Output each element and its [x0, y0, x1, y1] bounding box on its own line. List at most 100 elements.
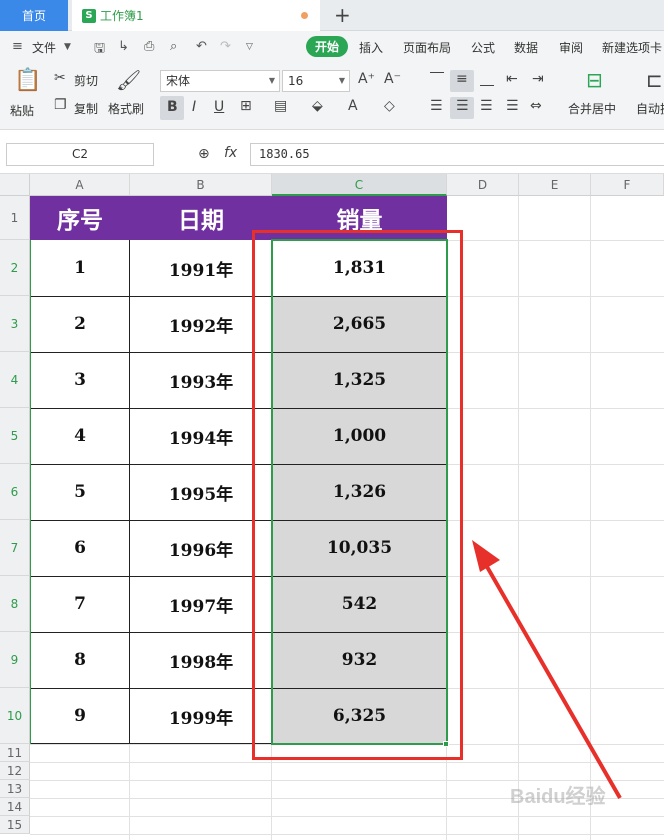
row-header-10[interactable]: 10 — [0, 688, 30, 744]
export-icon[interactable]: ↳ — [118, 39, 129, 54]
header-cell-index[interactable]: 序号 — [30, 196, 130, 240]
column-header-f[interactable]: F — [591, 174, 664, 196]
redo-icon[interactable]: ↷ — [220, 39, 231, 54]
cell-b4[interactable]: 1993年 — [130, 352, 272, 408]
font-name-select[interactable]: 宋体 ▼ — [160, 70, 280, 92]
menu-formulas[interactable]: 公式 — [471, 39, 495, 56]
row-header-13[interactable]: 13 — [0, 780, 30, 798]
justify-icon[interactable]: ☰ — [506, 98, 519, 114]
align-top-icon[interactable]: ⎺ — [430, 71, 444, 87]
row-header-5[interactable]: 5 — [0, 408, 30, 464]
column-header-c[interactable]: C — [272, 174, 447, 196]
print-icon[interactable]: ⎙ — [144, 39, 154, 54]
cell-b10[interactable]: 1999年 — [130, 688, 272, 744]
cell-b5[interactable]: 1994年 — [130, 408, 272, 464]
row-header-14[interactable]: 14 — [0, 798, 30, 816]
cut-button[interactable]: 剪切 — [74, 72, 98, 89]
row-header-2[interactable]: 2 — [0, 240, 30, 296]
menu-new-tab[interactable]: 新建选项卡 — [602, 39, 662, 56]
cell-b8[interactable]: 1997年 — [130, 576, 272, 632]
column-header-b[interactable]: B — [130, 174, 272, 196]
customize-chevron-icon[interactable]: ▽ — [246, 42, 253, 52]
menu-page-layout[interactable]: 页面布局 — [403, 39, 451, 56]
column-header-e[interactable]: E — [519, 174, 591, 196]
decrease-font-icon[interactable]: A⁻ — [384, 71, 401, 87]
wrap-text-button[interactable]: 自动换 — [636, 100, 664, 117]
increase-font-icon[interactable]: A⁺ — [358, 71, 375, 87]
align-bottom-icon[interactable]: ⎽ — [480, 71, 494, 87]
row-header-11[interactable]: 11 — [0, 744, 30, 762]
cell-a9[interactable]: 8 — [30, 632, 130, 688]
menu-file[interactable]: 文件 — [32, 39, 56, 56]
name-box[interactable]: C2 — [6, 143, 154, 166]
cell-a2[interactable]: 1 — [30, 240, 130, 296]
fx-label[interactable]: fx — [224, 145, 237, 161]
zoom-icon[interactable]: ⊕ — [198, 146, 210, 162]
row-header-15[interactable]: 15 — [0, 816, 30, 834]
tab-home[interactable]: 首页 — [0, 0, 68, 31]
copy-button[interactable]: 复制 — [74, 100, 98, 117]
cell-a4[interactable]: 3 — [30, 352, 130, 408]
format-painter-button[interactable]: 格式刷 — [108, 100, 144, 117]
wrap-text-icon[interactable]: ⊏ — [646, 68, 663, 92]
merge-center-icon[interactable]: ⊟ — [586, 68, 603, 92]
align-left-icon[interactable]: ☰ — [430, 98, 443, 114]
select-all-corner[interactable] — [0, 174, 30, 196]
row-header-9[interactable]: 9 — [0, 632, 30, 688]
cell-b6[interactable]: 1995年 — [130, 464, 272, 520]
underline-icon[interactable]: U — [214, 99, 224, 115]
align-middle-icon[interactable]: ≡ — [456, 71, 468, 87]
font-size-select[interactable]: 16 ▼ — [282, 70, 350, 92]
paste-button[interactable]: 粘贴 — [10, 102, 34, 119]
undo-icon[interactable]: ↶ — [196, 39, 207, 54]
cell-b9[interactable]: 1998年 — [130, 632, 272, 688]
cell-b2[interactable]: 1991年 — [130, 240, 272, 296]
scissors-icon[interactable]: ✂ — [54, 70, 66, 86]
chevron-down-icon[interactable]: ▼ — [64, 42, 71, 52]
cell-a7[interactable]: 6 — [30, 520, 130, 576]
header-cell-date[interactable]: 日期 — [130, 196, 272, 240]
formula-input[interactable]: 1830.65 — [250, 143, 664, 166]
italic-icon[interactable]: I — [192, 99, 196, 115]
row-header-7[interactable]: 7 — [0, 520, 30, 576]
menu-insert[interactable]: 插入 — [359, 39, 383, 56]
column-header-d[interactable]: D — [447, 174, 519, 196]
cell-a8[interactable]: 7 — [30, 576, 130, 632]
column-header-a[interactable]: A — [30, 174, 130, 196]
cell-a10[interactable]: 9 — [30, 688, 130, 744]
decrease-indent-icon[interactable]: ⇤ — [506, 71, 518, 87]
tab-workbook[interactable]: S 工作簿1 — [72, 0, 320, 31]
border-icon[interactable]: ⊞ — [240, 98, 252, 114]
paste-icon[interactable]: 📋 — [14, 68, 41, 93]
menu-review[interactable]: 审阅 — [559, 39, 583, 56]
format-painter-icon[interactable]: 🖌 — [116, 68, 141, 92]
align-right-icon[interactable]: ☰ — [480, 98, 493, 114]
fill-style-icon[interactable]: ▤ — [274, 98, 287, 114]
fill-color-icon[interactable]: ⬙ — [312, 98, 323, 114]
align-center-icon[interactable]: ☰ — [456, 98, 469, 114]
print-preview-icon[interactable]: ⌕ — [170, 39, 177, 54]
cell-a3[interactable]: 2 — [30, 296, 130, 352]
new-tab-button[interactable]: + — [334, 3, 351, 27]
menu-data[interactable]: 数据 — [514, 39, 538, 56]
row-header-1[interactable]: 1 — [0, 196, 30, 240]
clear-format-icon[interactable]: ◇ — [384, 98, 395, 114]
distribute-icon[interactable]: ⇔ — [530, 98, 542, 114]
cell-a5[interactable]: 4 — [30, 408, 130, 464]
row-header-12[interactable]: 12 — [0, 762, 30, 780]
cell-b3[interactable]: 1992年 — [130, 296, 272, 352]
save-icon[interactable]: 🖫 — [94, 39, 105, 61]
row-header-3[interactable]: 3 — [0, 296, 30, 352]
merge-center-button[interactable]: 合并居中 — [568, 100, 616, 117]
bold-icon[interactable]: B — [167, 99, 178, 115]
row-header-6[interactable]: 6 — [0, 464, 30, 520]
cell-b7[interactable]: 1996年 — [130, 520, 272, 576]
hamburger-icon[interactable]: ≡ — [12, 39, 23, 54]
row-header-4[interactable]: 4 — [0, 352, 30, 408]
row-header-8[interactable]: 8 — [0, 576, 30, 632]
copy-icon[interactable]: ❐ — [54, 97, 67, 113]
cell-a6[interactable]: 5 — [30, 464, 130, 520]
menu-home-active[interactable]: 开始 — [306, 36, 348, 57]
font-color-icon[interactable]: A — [348, 98, 358, 114]
increase-indent-icon[interactable]: ⇥ — [532, 71, 544, 87]
